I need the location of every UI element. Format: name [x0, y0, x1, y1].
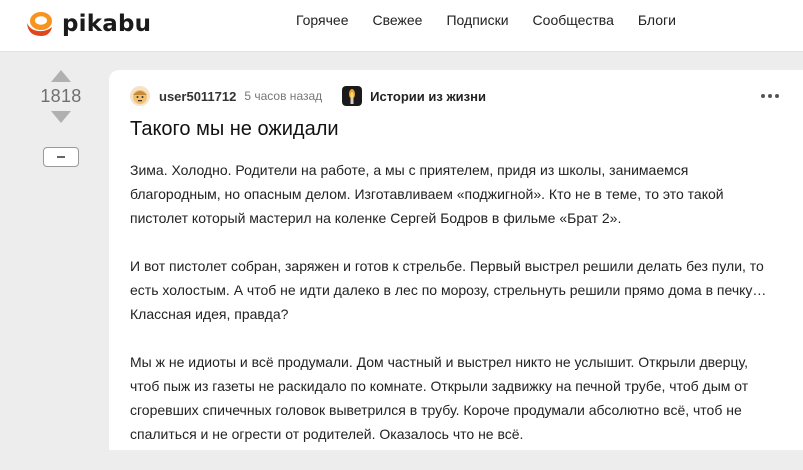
post-time: 5 часов назад [244, 89, 323, 103]
nav-item-communities[interactable]: Сообщества [533, 12, 614, 28]
story-card: user5011712 5 часов назад Истории из жиз… [109, 70, 803, 450]
rating-count: 1818 [40, 86, 82, 106]
upvote-icon[interactable] [51, 70, 71, 82]
collapse-story-button[interactable] [43, 147, 79, 167]
community-link[interactable]: Истории из жизни [370, 89, 486, 104]
story-title[interactable]: Такого мы не ожидали [130, 118, 339, 141]
community-icon[interactable] [342, 86, 363, 106]
rating-column: 1818 [26, 70, 96, 167]
nav-item-hot[interactable]: Горячее [296, 12, 349, 28]
main-nav: Горячее Свежее Подписки Сообщества Блоги [296, 0, 676, 40]
minus-icon [57, 156, 65, 158]
nav-item-blogs[interactable]: Блоги [638, 12, 676, 28]
nav-item-fresh[interactable]: Свежее [373, 12, 423, 28]
downvote-icon[interactable] [51, 111, 71, 123]
story-paragraph: Зима. Холодно. Родители на работе, а мы … [130, 162, 724, 226]
story-body: Зима. Холодно. Родители на работе, а мы … [130, 158, 780, 470]
nav-item-subscriptions[interactable]: Подписки [446, 12, 508, 28]
story-paragraph: Мы ж не идиоты и всё продумали. Дом част… [130, 354, 749, 442]
pikabu-logo-icon [27, 12, 52, 36]
story-meta: user5011712 5 часов назад Истории из жиз… [130, 86, 486, 106]
pikabu-logo[interactable]: pikabu [24, 8, 151, 40]
story-paragraph: И вот пистолет собран, заряжен и готов к… [130, 258, 767, 322]
logo-text: pikabu [62, 11, 152, 37]
top-navigation-bar: pikabu Горячее Свежее Подписки Сообществ… [0, 0, 803, 52]
candle-icon [349, 89, 356, 104]
author-username[interactable]: user5011712 [159, 89, 236, 104]
author-avatar[interactable] [130, 86, 150, 106]
avatar-face-icon [133, 90, 147, 104]
more-options-icon[interactable] [761, 94, 779, 98]
